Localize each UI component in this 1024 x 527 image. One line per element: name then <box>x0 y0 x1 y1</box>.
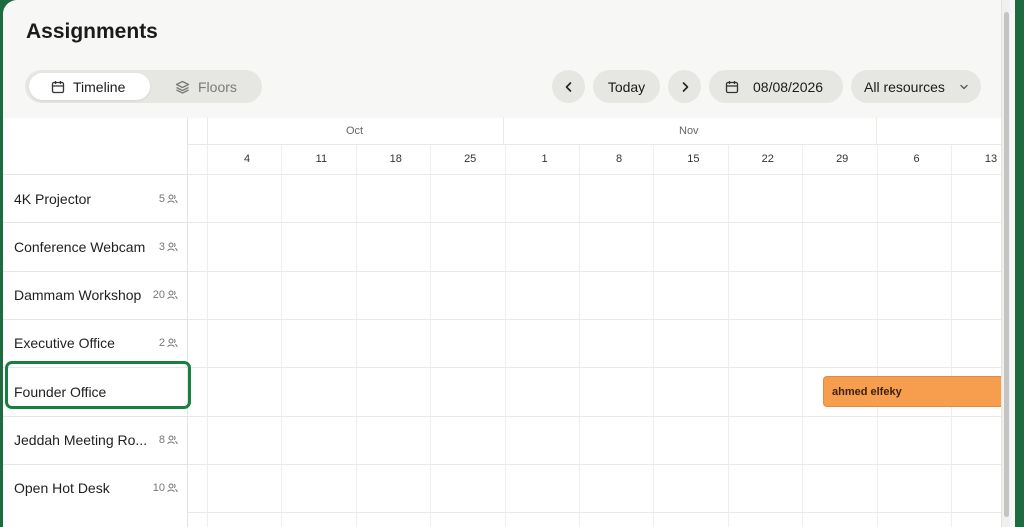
tab-floors[interactable]: Floors <box>161 73 256 100</box>
capacity-badge: 5 <box>159 193 178 205</box>
grid-column-line <box>951 145 952 527</box>
week-label: 18 <box>389 153 402 165</box>
capacity-value: 20 <box>152 289 165 302</box>
view-toggle: Timeline Floors <box>25 70 262 103</box>
tab-floors-label: Floors <box>198 78 237 95</box>
month-label: Nov <box>679 125 699 137</box>
grid-row-line <box>188 415 1003 417</box>
week-label: 6 <box>913 153 920 165</box>
resource-row[interactable]: Jeddah Meeting Ro... 8 <box>3 415 188 464</box>
grid-column-line <box>653 145 655 527</box>
resource-filter-label: All resources <box>864 78 945 95</box>
date-picker[interactable]: 08/08/2026 <box>709 70 843 103</box>
calendar-icon <box>51 80 65 93</box>
page-title: Assignments <box>26 20 158 43</box>
resource-row[interactable]: Conference Webcam 3 <box>3 222 188 270</box>
month-header: Oct Nov <box>188 118 1003 145</box>
scrollbar[interactable] <box>1001 0 1010 527</box>
chevron-down-icon <box>960 84 968 89</box>
week-label: 4 <box>243 153 251 165</box>
tab-timeline[interactable]: Timeline <box>29 73 150 100</box>
week-header: 4 11 18 25 1 8 15 22 29 6 13 <box>188 145 1003 174</box>
resource-name: Jeddah Meeting Ro... <box>14 432 148 448</box>
calendar-icon <box>725 80 739 93</box>
assignments-panel: Assignments Timeline Floors Today 08/08/… <box>3 0 1015 527</box>
grid-column-line <box>281 145 283 527</box>
grid-row-line <box>188 463 1003 465</box>
capacity-value: 8 <box>158 434 165 446</box>
users-icon <box>167 435 178 445</box>
grid-row-line <box>188 367 1003 369</box>
resource-row[interactable]: 4K Projector 5 <box>3 174 188 222</box>
resource-name: Executive Office <box>14 335 115 352</box>
capacity-value: 2 <box>158 337 165 350</box>
month-label: Oct <box>346 125 364 137</box>
grid-row-line <box>188 270 1003 272</box>
capacity-badge: 3 <box>159 241 178 253</box>
week-label: 22 <box>761 153 774 165</box>
resource-name: Dammam Workshop <box>14 287 142 304</box>
grid-column-line <box>876 145 878 527</box>
capacity-value: 5 <box>158 192 165 205</box>
capacity-badge: 2 <box>159 337 178 349</box>
grid-column-line <box>727 145 729 527</box>
grid-column-line <box>579 145 580 527</box>
week-label: 11 <box>315 153 328 165</box>
resource-name: Conference Webcam <box>14 238 146 255</box>
week-label: 29 <box>836 153 849 165</box>
resource-name: Open Hot Desk <box>14 480 110 497</box>
grid-column-line <box>504 145 506 527</box>
capacity-value: 3 <box>158 240 165 253</box>
resource-row[interactable]: Dammam Workshop 20 <box>3 270 188 319</box>
grid-row-line <box>188 318 1003 320</box>
scrollbar-thumb[interactable] <box>1004 12 1009 517</box>
capacity-value: 10 <box>152 482 165 495</box>
week-label: 8 <box>615 153 623 165</box>
users-icon <box>167 290 178 300</box>
resource-name: 4K Projector <box>14 190 92 207</box>
grid-column-line <box>802 145 804 527</box>
resource-filter-select[interactable]: All resources <box>851 70 981 103</box>
capacity-badge: 20 <box>153 289 178 301</box>
layers-icon <box>175 80 190 94</box>
users-icon <box>167 194 178 203</box>
grid-column-line <box>207 145 208 527</box>
today-button[interactable]: Today <box>593 70 660 103</box>
users-icon <box>167 338 178 348</box>
grid-row-line <box>188 174 1003 175</box>
capacity-badge: 8 <box>159 434 178 446</box>
week-label: 25 <box>464 153 477 165</box>
resource-row[interactable]: Open Hot Desk 10 <box>3 463 188 512</box>
prev-button[interactable] <box>552 70 585 103</box>
week-label: 15 <box>687 153 700 165</box>
week-label: 1 <box>541 153 548 165</box>
users-icon <box>167 242 178 251</box>
capacity-badge: 10 <box>153 482 178 494</box>
grid-column-line <box>430 145 432 527</box>
timeline-grid: Oct Nov 4 11 18 25 1 8 15 22 29 6 13 4K Projector 5… <box>3 118 1003 527</box>
date-value: 08/08/2026 <box>753 78 824 95</box>
booking-bar[interactable]: ahmed elfeky <box>823 376 1003 407</box>
grid-column-line <box>355 145 357 527</box>
grid-row-line <box>188 512 1003 514</box>
resource-row[interactable]: Executive Office 2 <box>3 318 188 367</box>
chevron-left-icon <box>565 81 571 92</box>
users-icon <box>167 483 178 493</box>
tab-timeline-label: Timeline <box>73 78 126 95</box>
booking-label: ahmed elfeky <box>832 385 902 398</box>
chevron-right-icon <box>682 81 688 92</box>
selected-resource-highlight <box>5 361 191 409</box>
grid-row-line <box>188 222 1003 224</box>
next-button[interactable] <box>668 70 701 103</box>
